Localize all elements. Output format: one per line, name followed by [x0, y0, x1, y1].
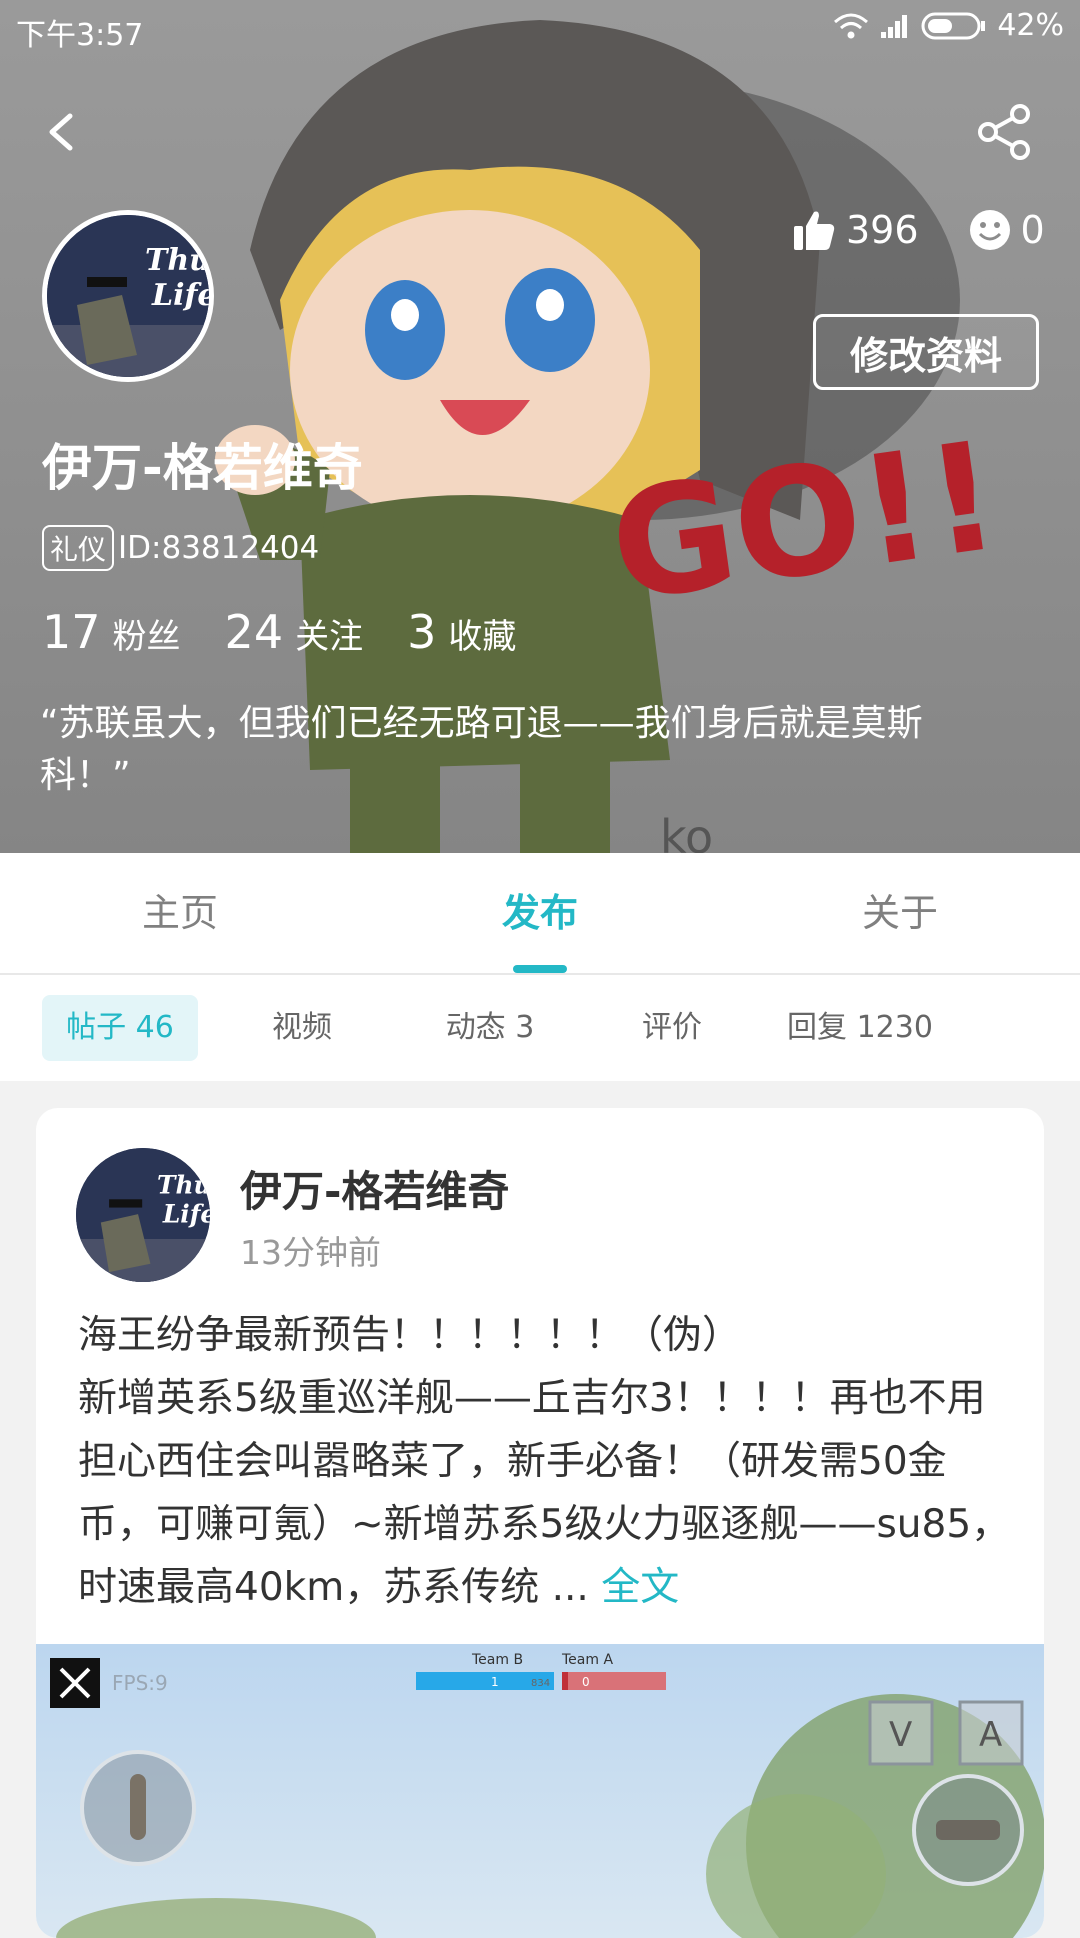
thumbs-up-icon: [794, 211, 835, 250]
post-avatar-text-thug: Thug: [157, 1170, 210, 1199]
score-mid: 834: [531, 1678, 550, 1689]
tag-badge: 礼仪: [42, 525, 115, 571]
followers-count[interactable]: 17: [42, 605, 101, 659]
following-label[interactable]: 关注: [295, 609, 363, 658]
user-id: ID:83812404: [118, 530, 320, 566]
svg-text:ko: ko: [660, 810, 713, 853]
subtab-reviews[interactable]: 评价: [602, 995, 742, 1061]
team-b-score: 1: [491, 1675, 499, 1689]
post-author-name[interactable]: 伊万-格若维奇: [240, 1158, 509, 1219]
avatar-image: Thug Life: [47, 215, 209, 377]
subtab-activity[interactable]: 动态 3: [420, 995, 560, 1061]
team-b-label: Team B: [471, 1652, 523, 1668]
subtab-videos[interactable]: 视频: [232, 995, 372, 1061]
edit-profile-button[interactable]: 修改资料: [813, 314, 1039, 390]
tab-home[interactable]: 主页: [0, 853, 360, 973]
status-time: 下午3:57: [16, 18, 144, 53]
tab-about[interactable]: 关于: [720, 853, 1080, 973]
post-author-avatar[interactable]: Thug Life: [76, 1148, 210, 1282]
profile-username: 伊万-格若维奇: [42, 439, 363, 497]
v-button-label: V: [889, 1715, 912, 1755]
a-button-label: A: [979, 1715, 1002, 1755]
read-more-label: 全文: [601, 1565, 680, 1610]
post-card[interactable]: Thug Life 伊万-格若维奇 13分钟前 海王纷争最新预告！！！！！！（伪…: [36, 1108, 1044, 1938]
sub-tabs: 帖子 46 视频 动态 3 评价 回复 1230: [0, 975, 1080, 1081]
favorites-count[interactable]: 3: [407, 605, 436, 659]
avatar[interactable]: Thug Life: [42, 210, 214, 382]
post-timestamp: 13分钟前: [240, 1233, 381, 1272]
likes-stat[interactable]: 396: [792, 208, 919, 252]
smile-icon: [969, 210, 1010, 250]
status-bar: 下午3:57 42%: [0, 0, 1080, 56]
smiles-stat[interactable]: 0: [969, 208, 1045, 252]
profile-counts: 17 粉丝 24 关注 3 收藏: [42, 605, 560, 659]
signal-icon: [881, 14, 908, 38]
post-avatar-text-life: Life: [162, 1199, 210, 1228]
id-row: 礼仪 ID:83812404: [42, 525, 319, 571]
post-excerpt: 新增英系5级重巡洋舰——丘吉尔3！！！！再也不用担心西住会叫嚣略菜了，新手必备！…: [78, 1376, 1011, 1610]
share-icon[interactable]: [972, 100, 1036, 164]
team-a-label: Team A: [561, 1652, 613, 1668]
post-body[interactable]: 海王纷争最新预告！！！！！！（伪） 新增英系5级重巡洋舰——丘吉尔3！！！！再也…: [78, 1304, 1018, 1619]
reaction-stats: 396 0: [792, 208, 1045, 252]
following-count[interactable]: 24: [225, 605, 284, 659]
followers-label[interactable]: 粉丝: [113, 609, 181, 658]
read-more-link[interactable]: 全文: [601, 1565, 679, 1610]
wifi-icon: [834, 13, 869, 38]
smiles-count: 0: [1020, 208, 1045, 252]
profile-header: GO!! ko 下午3:57 42% Thu Lif 396 0 修改资料 伊万…: [0, 0, 1080, 853]
main-tabs: 主页 发布 关于: [0, 853, 1080, 975]
team-a-score: 0: [582, 1675, 590, 1689]
back-arrow-icon[interactable]: [36, 100, 88, 164]
tab-posts-published[interactable]: 发布: [360, 853, 720, 973]
likes-count: 396: [846, 208, 919, 252]
avatar-text-thug: Thug: [145, 243, 209, 278]
favorites-label[interactable]: 收藏: [448, 609, 516, 658]
game-screenshot: FPS:9 Team B Team A 1 834 0 V A: [36, 1644, 1044, 1938]
fps-readout: FPS:9: [112, 1671, 168, 1695]
subtab-replies[interactable]: 回复 1230: [780, 995, 940, 1061]
profile-bio: “苏联虽大，但我们已经无路可退——我们身后就是莫斯科！”: [40, 703, 923, 796]
battery-icon: [921, 12, 986, 39]
post-avatar-image: Thug Life: [76, 1148, 210, 1282]
team-a-bar: [562, 1672, 666, 1690]
post-image[interactable]: FPS:9 Team B Team A 1 834 0 V A: [36, 1644, 1044, 1938]
battery-level: 42%: [997, 8, 1064, 43]
avatar-text-life: Life: [151, 278, 209, 313]
active-tab-indicator: [513, 965, 567, 973]
subtab-posts[interactable]: 帖子 46: [42, 995, 198, 1061]
post-title-line: 海王纷争最新预告！！！！！！（伪）: [78, 1313, 742, 1358]
